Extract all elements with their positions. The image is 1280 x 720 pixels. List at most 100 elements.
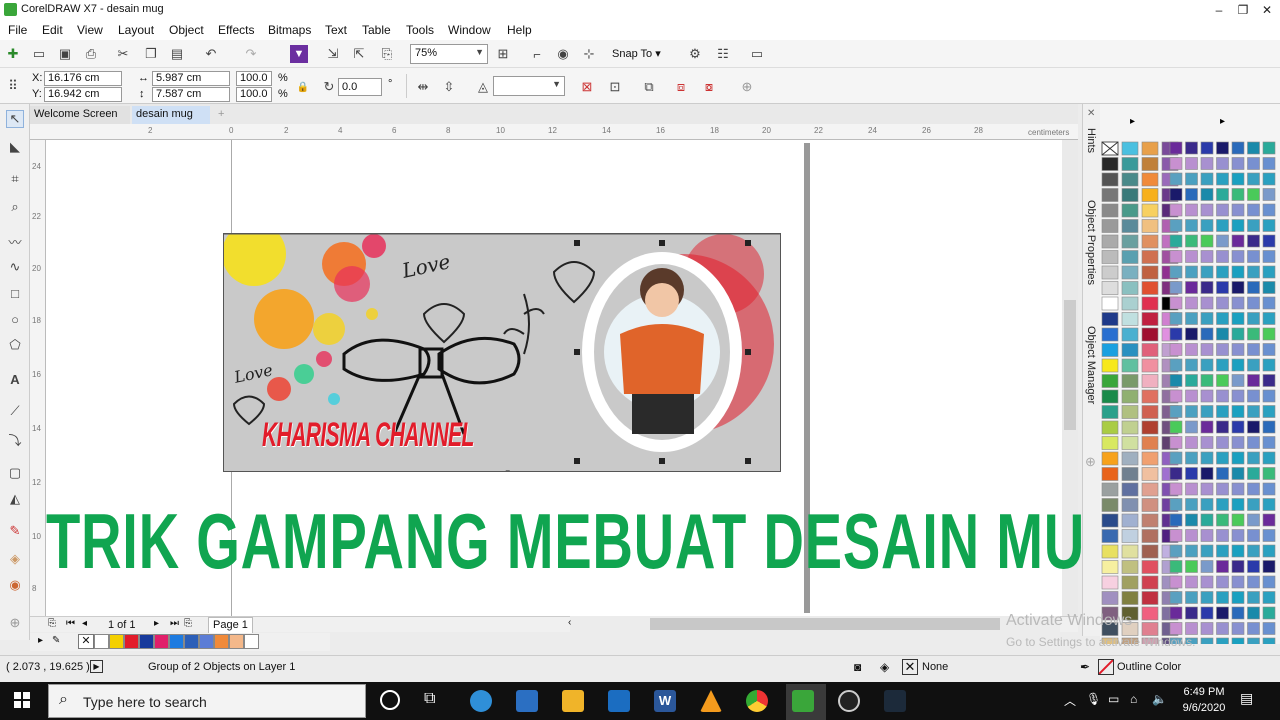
- palette-swatch[interactable]: [1231, 203, 1245, 217]
- palette-swatch[interactable]: [1262, 529, 1276, 542]
- palette-swatch[interactable]: [1247, 141, 1260, 155]
- palette-swatch[interactable]: [1101, 482, 1119, 497]
- palette-swatch[interactable]: [1247, 420, 1260, 434]
- palette-swatch[interactable]: [1185, 482, 1198, 496]
- palette-swatch[interactable]: [1169, 172, 1183, 186]
- palette-swatch[interactable]: [1185, 219, 1198, 232]
- chrome-icon[interactable]: [746, 690, 768, 712]
- palette-swatch[interactable]: [1216, 637, 1229, 651]
- palette-swatch[interactable]: [1121, 374, 1139, 388]
- save-icon[interactable]: ▣: [56, 45, 74, 63]
- palette-swatch[interactable]: [1185, 358, 1198, 372]
- palette-swatch[interactable]: [1247, 606, 1260, 620]
- battery-icon[interactable]: ▭: [1108, 692, 1119, 706]
- cut-icon[interactable]: ✂: [114, 45, 132, 63]
- rectangle-tool-icon[interactable]: □: [6, 284, 24, 302]
- palette-swatch[interactable]: [1216, 358, 1229, 372]
- add-page-icon[interactable]: ⎘: [48, 618, 56, 629]
- palette-swatch[interactable]: [1262, 312, 1276, 325]
- corel-connect-icon[interactable]: ▼: [290, 45, 308, 63]
- document-palette-swatch[interactable]: [184, 634, 199, 649]
- palette-swatch[interactable]: [1262, 420, 1276, 434]
- close-button[interactable]: ✕: [1254, 0, 1280, 20]
- palette-swatch[interactable]: [1262, 498, 1276, 511]
- palette-swatch[interactable]: [1141, 389, 1159, 404]
- palette-swatch[interactable]: [1121, 188, 1139, 202]
- palette-swatch[interactable]: [1169, 296, 1183, 310]
- tab-welcome-screen[interactable]: Welcome Screen: [30, 106, 130, 124]
- document-palette[interactable]: ▸ ✎ ✕: [30, 633, 330, 651]
- palette-swatch[interactable]: [1262, 389, 1276, 403]
- palette-swatch[interactable]: [1231, 622, 1245, 635]
- menu-effects[interactable]: Effects: [218, 23, 254, 37]
- palette-swatch[interactable]: [1247, 405, 1260, 418]
- add-page-after-icon[interactable]: ⎘: [184, 618, 192, 629]
- palette-swatch[interactable]: [1247, 234, 1260, 248]
- show-rulers-icon[interactable]: ⌐: [528, 45, 546, 63]
- palette-swatch[interactable]: [1262, 591, 1276, 604]
- palette-swatch[interactable]: [1185, 575, 1198, 589]
- palette-swatch[interactable]: [1231, 560, 1245, 573]
- y-position-field[interactable]: 16.942 cm: [44, 87, 122, 102]
- taskbar-time[interactable]: 6:49 PM: [1180, 686, 1228, 698]
- action-center-icon[interactable]: ▤: [1240, 690, 1253, 707]
- mail-icon[interactable]: [608, 690, 630, 712]
- tab-desain-mug[interactable]: desain mug: [132, 106, 210, 124]
- palette-swatch[interactable]: [1141, 467, 1159, 481]
- palette-swatch[interactable]: [1231, 389, 1245, 403]
- docker-tab-object-properties[interactable]: Object Properties: [1085, 200, 1097, 285]
- outline-color-swatch[interactable]: [1098, 659, 1114, 675]
- menu-window[interactable]: Window: [448, 23, 491, 37]
- height-field[interactable]: 7.587 cm: [152, 87, 230, 102]
- snap-to-button[interactable]: Snap To ▾: [612, 47, 661, 60]
- palette-swatch[interactable]: [1121, 482, 1139, 497]
- palette-swatch[interactable]: [1101, 296, 1119, 311]
- combine-icon[interactable]: ⧈: [672, 78, 690, 96]
- freehand-tool-icon[interactable]: 〰: [6, 232, 24, 250]
- palette-swatch[interactable]: [1200, 234, 1214, 248]
- palette-swatch[interactable]: [1169, 622, 1183, 635]
- palette-swatch[interactable]: [1216, 560, 1229, 573]
- palette-swatch[interactable]: [1231, 343, 1245, 356]
- palette-swatch[interactable]: [1121, 219, 1139, 233]
- palette-swatch[interactable]: [1262, 281, 1276, 294]
- palette-swatch[interactable]: [1200, 606, 1214, 620]
- palette-swatch[interactable]: [1200, 358, 1214, 372]
- palette-swatch[interactable]: [1185, 312, 1198, 325]
- palette-swatch[interactable]: [1121, 281, 1139, 295]
- palette-swatch[interactable]: [1141, 374, 1159, 388]
- palette-swatch[interactable]: [1262, 265, 1276, 279]
- palette-swatch[interactable]: [1169, 389, 1183, 403]
- palette-swatch[interactable]: [1101, 312, 1119, 326]
- transparency-tool-icon[interactable]: ◭: [6, 490, 24, 508]
- palette-swatch[interactable]: [1200, 513, 1214, 527]
- palette-swatch[interactable]: [1141, 265, 1159, 280]
- cortana-icon[interactable]: [380, 690, 400, 710]
- palette-swatch[interactable]: [1200, 436, 1214, 449]
- palette-swatch[interactable]: [1231, 281, 1245, 294]
- palette-swatch[interactable]: [1141, 498, 1159, 512]
- palette-swatch[interactable]: [1169, 560, 1183, 573]
- palette-swatch[interactable]: [1121, 451, 1139, 466]
- palette-swatch[interactable]: [1200, 591, 1214, 604]
- palette-swatch[interactable]: [1231, 312, 1245, 325]
- palette-swatch[interactable]: [1141, 296, 1159, 311]
- color-proof-icon[interactable]: ◙: [854, 660, 861, 674]
- palette-swatch[interactable]: [1185, 606, 1198, 620]
- palette-swatch[interactable]: [1169, 405, 1183, 418]
- palette-swatch[interactable]: [1101, 529, 1119, 543]
- palette-swatch[interactable]: [1141, 606, 1159, 621]
- document-palette-swatch[interactable]: [244, 634, 259, 649]
- palette-swatch[interactable]: [1141, 188, 1159, 202]
- palette-swatch[interactable]: [1101, 591, 1119, 605]
- palette-swatch[interactable]: [1185, 560, 1198, 573]
- palette-swatch[interactable]: [1185, 529, 1198, 542]
- document-palette-swatch[interactable]: [94, 634, 109, 649]
- palette-swatch[interactable]: [1121, 203, 1139, 218]
- palette-swatch[interactable]: [1141, 451, 1159, 466]
- document-palette-swatch[interactable]: [109, 634, 124, 649]
- palette-swatch[interactable]: [1262, 358, 1276, 372]
- page-tab-page-1[interactable]: Page 1: [208, 617, 253, 633]
- palette-swatch[interactable]: [1101, 420, 1119, 435]
- palette-swatch[interactable]: [1231, 451, 1245, 465]
